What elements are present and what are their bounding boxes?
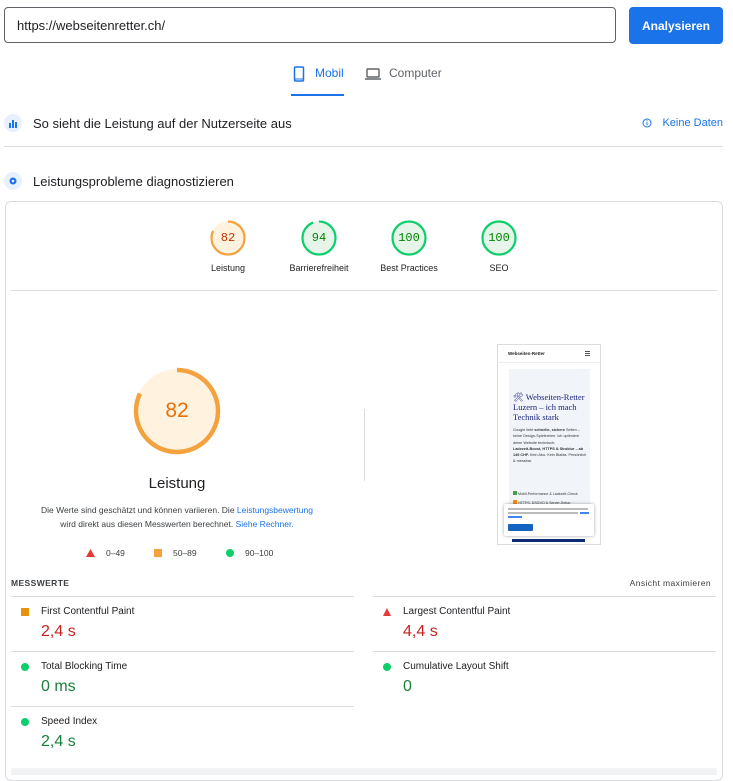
score-gauge-best-practices[interactable]: 100 Best Practices bbox=[364, 219, 454, 279]
divider bbox=[364, 409, 365, 481]
menu-icon bbox=[585, 351, 590, 356]
metric-tbt: Total Blocking Time 0 ms bbox=[11, 651, 354, 707]
analyze-button[interactable]: Analysieren bbox=[629, 7, 723, 44]
performance-score: 82 bbox=[165, 399, 189, 422]
score-gauge-performance[interactable]: 82 Leistung bbox=[183, 219, 273, 279]
square-icon bbox=[21, 608, 29, 616]
diagnose-header: Leistungsprobleme diagnostizieren bbox=[4, 171, 724, 191]
square-icon bbox=[154, 549, 162, 557]
tab-label: Mobil bbox=[315, 66, 344, 80]
screenshot-body: Google liebt schnelle, sichere Seiten – … bbox=[513, 427, 587, 465]
legend-fail: 0–49 bbox=[86, 548, 125, 558]
circle-icon bbox=[226, 549, 234, 557]
metric-name: First Contentful Paint bbox=[41, 606, 135, 617]
score-label: Best Practices bbox=[380, 263, 438, 273]
tab-label: Computer bbox=[389, 66, 442, 80]
metric-fcp: First Contentful Paint 2,4 s bbox=[11, 596, 354, 652]
tab-desktop[interactable]: Computer bbox=[365, 66, 442, 96]
legend-average: 50–89 bbox=[154, 548, 197, 558]
score-value: 82 bbox=[220, 231, 236, 245]
laptop-icon bbox=[365, 68, 381, 80]
legend-range: 90–100 bbox=[245, 548, 274, 558]
performance-description: Die Werte sind geschätzt und können vari… bbox=[20, 503, 334, 531]
tab-mobile[interactable]: Mobil bbox=[291, 66, 344, 96]
legend-pass: 90–100 bbox=[226, 548, 273, 558]
section-title: Leistungsprobleme diagnostizieren bbox=[33, 173, 234, 189]
metric-value: 0 ms bbox=[41, 678, 76, 695]
audit-filter-bar bbox=[11, 768, 717, 775]
field-data-header: So sieht die Leistung auf der Nutzerseit… bbox=[4, 113, 724, 133]
check-icon bbox=[513, 491, 517, 495]
info-icon bbox=[642, 118, 652, 128]
metric-name: Total Blocking Time bbox=[41, 661, 128, 672]
metric-lcp: Largest Contentful Paint 4,4 s bbox=[373, 596, 716, 652]
calculator-link[interactable]: Siehe Rechner. bbox=[236, 519, 294, 529]
metric-value: 0 bbox=[403, 678, 412, 695]
desc-text: Die Werte sind geschätzt und können vari… bbox=[40, 505, 237, 515]
page-screenshot[interactable]: Webseiten-Retter 🛠 Webseiten-Retter Luze… bbox=[497, 344, 601, 545]
divider bbox=[11, 290, 717, 291]
score-value: 94 bbox=[311, 231, 327, 245]
legend-range: 50–89 bbox=[173, 548, 197, 558]
metrics-title: MESSWERTE bbox=[11, 578, 70, 588]
screenshot-check-1: Mobil-Performance & Ladezeit-Check bbox=[513, 491, 578, 496]
score-label: Barrierefreiheit bbox=[289, 263, 349, 273]
circle-icon bbox=[21, 718, 29, 726]
check-text: Mobil-Performance & Ladezeit-Check bbox=[518, 492, 578, 496]
circle-icon bbox=[383, 663, 391, 671]
metric-si: Speed Index 2,4 s bbox=[11, 706, 354, 762]
screenshot-heading-text: Webseiten-Retter Luzern – ich mach Techn… bbox=[513, 392, 585, 422]
triangle-icon bbox=[86, 549, 95, 557]
smartphone-icon bbox=[293, 66, 305, 82]
body-bold: schnelle, sichere bbox=[534, 428, 565, 432]
no-data-link[interactable]: Keine Daten bbox=[642, 117, 723, 129]
screenshot-heading: 🛠 Webseiten-Retter Luzern – ich mach Tec… bbox=[513, 392, 585, 422]
expand-view-toggle[interactable]: Ansicht maximieren bbox=[630, 578, 711, 588]
lighthouse-icon bbox=[4, 172, 22, 190]
circle-icon bbox=[21, 663, 29, 671]
metric-name: Cumulative Layout Shift bbox=[403, 661, 509, 672]
score-value: 100 bbox=[398, 231, 420, 245]
metric-name: Largest Contentful Paint bbox=[403, 606, 511, 617]
legend-range: 0–49 bbox=[106, 548, 125, 558]
metric-name: Speed Index bbox=[41, 716, 98, 727]
score-label: SEO bbox=[489, 263, 509, 273]
score-gauge-seo[interactable]: 100 SEO bbox=[454, 219, 544, 279]
score-gauge-accessibility[interactable]: 94 Barrierefreiheit bbox=[274, 219, 364, 279]
tools-icon: 🛠 bbox=[513, 392, 524, 402]
section-title: So sieht die Leistung auf der Nutzerseit… bbox=[33, 115, 292, 131]
metric-value: 2,4 s bbox=[41, 733, 76, 750]
metric-value: 2,4 s bbox=[41, 623, 76, 640]
score-calc-link[interactable]: Leistungsbewertung bbox=[237, 505, 313, 515]
triangle-icon bbox=[383, 608, 391, 616]
score-label: Leistung bbox=[210, 263, 246, 273]
url-input[interactable] bbox=[4, 7, 616, 43]
user-data-icon bbox=[4, 114, 22, 132]
metric-cls: Cumulative Layout Shift 0 bbox=[373, 651, 716, 707]
performance-title: Leistung bbox=[148, 475, 206, 492]
desc-text: wird direkt aus diesen Messwerten berech… bbox=[60, 519, 236, 529]
score-value: 100 bbox=[488, 231, 510, 245]
body-text: Google liebt bbox=[513, 428, 535, 432]
no-data-label: Keine Daten bbox=[662, 117, 723, 129]
cookie-banner bbox=[504, 504, 594, 536]
divider bbox=[4, 146, 723, 147]
metric-value: 4,4 s bbox=[403, 623, 438, 640]
